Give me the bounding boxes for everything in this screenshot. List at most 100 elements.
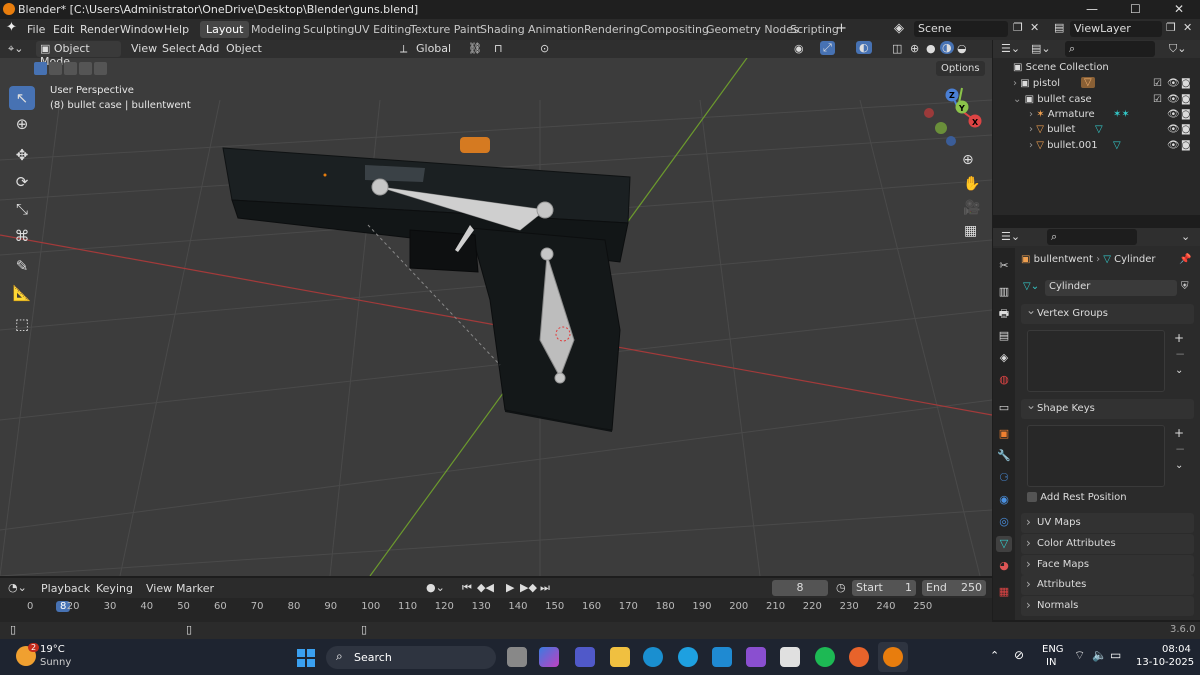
camera-icon[interactable]: ◙ xyxy=(1181,94,1191,105)
tab-layout[interactable]: Layout xyxy=(200,21,250,38)
jump-start-icon[interactable]: ⏮ xyxy=(462,581,472,595)
add-workspace-button[interactable]: + xyxy=(836,21,847,36)
timeline-ruler[interactable]: 0 8 20 30 40 50 60 70 80 90 100 110 120 130 140 150 160 1… xyxy=(0,598,992,622)
menu-view[interactable]: View xyxy=(131,42,157,55)
menu-select[interactable]: Select xyxy=(162,42,196,55)
add-rest-position-row[interactable]: Add Rest Position xyxy=(1027,492,1127,503)
panel-vertex-groups[interactable]: Vertex Groups xyxy=(1021,303,1194,324)
auto-keying-icon[interactable]: ●⌄ xyxy=(426,581,445,594)
shape-key-add-button[interactable]: + xyxy=(1174,426,1184,440)
collapse-arrow-icon[interactable]: ⌄ xyxy=(1013,94,1025,105)
outliner-item-scene-collection[interactable]: ▣ Scene Collection xyxy=(1013,62,1109,73)
menu-file[interactable]: File xyxy=(27,23,45,36)
preview-range-icon[interactable]: ◷ xyxy=(836,581,846,594)
move-tool-icon[interactable]: ✥ xyxy=(9,143,35,167)
jump-keyframe-forward-icon[interactable]: ▶◆ xyxy=(520,581,537,594)
jump-end-icon[interactable]: ⏭ xyxy=(540,581,550,595)
render-tab-icon[interactable]: ▥ xyxy=(996,284,1012,300)
shape-key-menu-button[interactable]: ⌄ xyxy=(1175,460,1183,471)
outliner-search-input[interactable]: ⌕ xyxy=(1065,41,1155,57)
pin-icon[interactable]: 📌 xyxy=(1179,254,1191,265)
mesh-data-tab-icon[interactable]: ▽ xyxy=(996,536,1012,552)
properties-search-input[interactable]: ⌕ xyxy=(1047,229,1137,245)
teams-icon[interactable] xyxy=(575,647,595,667)
timeline-editor-type-icon[interactable]: ◔⌄ xyxy=(8,581,27,594)
blender-menu-icon[interactable]: ✦ xyxy=(6,20,17,35)
add-cube-tool-icon[interactable]: ⬚ xyxy=(9,312,35,336)
pistol-mesh[interactable] xyxy=(222,147,631,432)
visibility-icon[interactable]: ◉ xyxy=(794,42,804,55)
rotate-tool-icon[interactable]: ⟳ xyxy=(9,170,35,194)
add-rest-position-checkbox[interactable] xyxy=(1027,492,1037,502)
delete-view-layer-icon[interactable]: ✕ xyxy=(1183,21,1192,34)
vertex-group-menu-button[interactable]: ⌄ xyxy=(1175,365,1183,376)
visual-studio-icon[interactable] xyxy=(746,647,766,667)
spotify-icon[interactable] xyxy=(815,647,835,667)
shape-key-remove-button[interactable]: − xyxy=(1175,442,1185,456)
eye-icon[interactable]: 👁 xyxy=(1167,124,1180,135)
close-button[interactable]: ✕ xyxy=(1174,2,1184,16)
vertex-groups-list[interactable] xyxy=(1027,330,1165,392)
current-frame-field[interactable]: 8 xyxy=(772,580,828,596)
volume-icon[interactable]: 🔈 xyxy=(1092,648,1107,662)
snipping-tool-icon[interactable] xyxy=(780,647,800,667)
select-mode-extend-icon[interactable] xyxy=(49,62,62,75)
tool-tab-icon[interactable]: ✂ xyxy=(996,258,1012,274)
battery-icon[interactable]: ▭ xyxy=(1110,648,1121,662)
panel-face-maps[interactable]: Face Maps xyxy=(1021,555,1194,575)
xray-toggle-icon[interactable]: ◫ xyxy=(892,42,902,55)
camera-icon[interactable]: ◙ xyxy=(1181,140,1191,151)
end-frame-field[interactable]: End 250 xyxy=(922,580,986,596)
menu-render[interactable]: Render xyxy=(80,23,119,36)
eye-icon[interactable]: 👁 xyxy=(1167,140,1180,151)
editor-type-icon[interactable]: ⌖⌄ xyxy=(8,42,23,56)
transform-orientation-dropdown[interactable]: Global xyxy=(416,42,451,55)
menu-playback[interactable]: Playback xyxy=(41,582,90,595)
start-frame-field[interactable]: Start 1 xyxy=(852,580,916,596)
vertex-group-remove-button[interactable]: − xyxy=(1175,347,1185,361)
scale-tool-icon[interactable]: ⤡ xyxy=(9,197,35,221)
3d-viewport[interactable]: X Y Z ⌖⌄ ▣ Object Mode View Select Add O… xyxy=(0,40,992,576)
transform-tool-icon[interactable]: ⌘ xyxy=(9,224,35,248)
task-view-icon[interactable] xyxy=(507,647,527,667)
camera-icon[interactable]: ◙ xyxy=(1181,124,1191,135)
modifier-tab-icon[interactable]: 🔧 xyxy=(996,448,1012,464)
minimize-button[interactable]: — xyxy=(1086,2,1098,16)
panel-uv-maps[interactable]: UV Maps xyxy=(1021,513,1194,533)
view-layer-selector[interactable]: ViewLayer xyxy=(1070,21,1162,37)
select-mode-subtract-icon[interactable] xyxy=(64,62,77,75)
firefox-icon[interactable] xyxy=(849,647,869,667)
menu-add[interactable]: Add xyxy=(198,42,219,55)
menu-help[interactable]: Help xyxy=(164,23,189,36)
include-checkbox[interactable]: ☑ xyxy=(1153,78,1162,89)
windows-start-icon[interactable] xyxy=(296,648,316,668)
camera-view-icon[interactable]: 🎥 xyxy=(963,200,980,216)
zoom-icon[interactable]: ⊕ xyxy=(962,152,974,168)
annotate-tool-icon[interactable]: ✎ xyxy=(9,254,35,278)
overlay-toggle-icon[interactable]: ◐ xyxy=(856,41,872,54)
outliner-item-pistol[interactable]: › ▣ pistol ▽ ☑ 👁 ◙ xyxy=(1013,77,1193,93)
wireframe-shading-icon[interactable]: ⊕ xyxy=(910,42,919,55)
physics-tab-icon[interactable]: ◉ xyxy=(996,492,1012,508)
outliner-display-mode-icon[interactable]: ▤⌄ xyxy=(1031,42,1051,55)
copilot-icon[interactable] xyxy=(539,647,559,667)
edge-icon[interactable] xyxy=(643,647,663,667)
constraints-tab-icon[interactable]: ◎ xyxy=(996,514,1012,530)
ortho-toggle-icon[interactable]: ▦ xyxy=(964,223,977,239)
play-icon[interactable]: ▶ xyxy=(506,581,514,594)
view-layer-tab-icon[interactable]: ▤ xyxy=(996,328,1012,344)
new-view-layer-icon[interactable]: ❐ xyxy=(1166,21,1176,34)
snap-icon[interactable]: ⊓ xyxy=(494,42,503,55)
taskbar-search-box[interactable]: ⌕ Search xyxy=(326,646,496,669)
menu-object[interactable]: Object xyxy=(226,42,262,55)
shape-keys-list[interactable] xyxy=(1027,425,1165,487)
proportional-edit-icon[interactable]: ⊙ xyxy=(540,42,549,55)
select-box-tool-icon[interactable]: ↖ xyxy=(9,86,35,110)
outliner-item-bullet-case[interactable]: ⌄ ▣ bullet case ☑ 👁 ◙ xyxy=(1013,94,1193,109)
fake-user-shield-icon[interactable]: ⛨ xyxy=(1181,281,1189,292)
clock-date[interactable]: 13-10-2025 xyxy=(1136,657,1194,668)
clock-time[interactable]: 08:04 xyxy=(1162,644,1191,655)
outliner-editor-type-icon[interactable]: ☰⌄ xyxy=(1001,42,1020,55)
object-tab-icon[interactable]: ▣ xyxy=(996,426,1012,442)
region-indicator[interactable]: IN xyxy=(1046,657,1056,668)
